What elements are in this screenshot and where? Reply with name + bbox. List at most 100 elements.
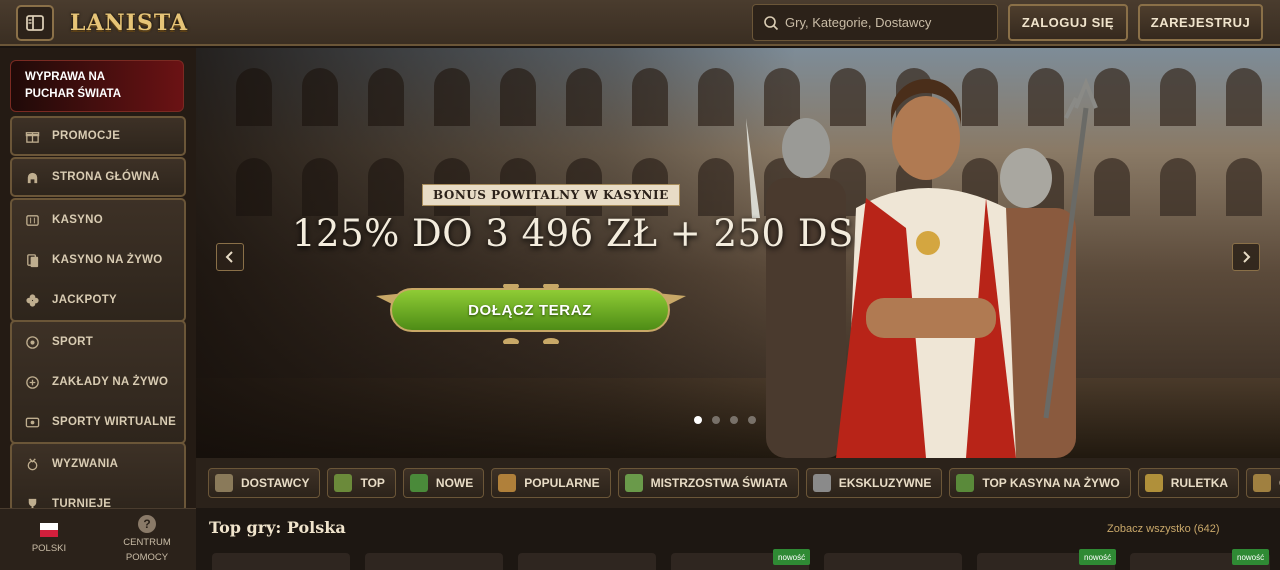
- live-bet-icon: [24, 374, 40, 390]
- chevron-left-icon: [225, 251, 233, 263]
- sidebar: WYPRAWA NA PUCHAR ŚWIATA PROMOCJE STRONA…: [0, 48, 196, 512]
- sidebar-item-challenges[interactable]: WYZWANIA: [12, 444, 184, 484]
- sidebar-item-label: JACKPOTY: [52, 294, 118, 306]
- gift-icon: [24, 128, 40, 144]
- clover-icon: [24, 292, 40, 308]
- search-input[interactable]: [785, 15, 985, 30]
- carousel-dot[interactable]: [712, 416, 720, 424]
- nav-group-sport: SPORT ZAKŁADY NA ŻYWO SPORTY WIRTUALNE: [10, 320, 186, 444]
- sidebar-item-label: KASYNO: [52, 214, 104, 226]
- language-selector[interactable]: POLSKI: [0, 509, 98, 570]
- top-games-title: Top gry: Polska: [209, 518, 346, 537]
- game-tile[interactable]: [365, 553, 503, 570]
- category-chip[interactable]: EKSKLUZYWNE: [805, 468, 943, 498]
- sidebar-item-label: STRONA GŁÓWNA: [52, 171, 160, 183]
- category-chip[interactable]: RULETKA: [1137, 468, 1240, 498]
- promo-card-line2: PUCHAR ŚWIATA: [25, 88, 122, 100]
- ball-icon: [24, 334, 40, 350]
- site-logo[interactable]: LANISTA: [70, 5, 188, 41]
- sidebar-item-sport[interactable]: SPORT: [12, 322, 184, 362]
- category-chip[interactable]: GRY SHOW: [1246, 468, 1280, 498]
- sidebar-item-casino[interactable]: KASYNO: [12, 200, 184, 240]
- sidebar-item-virtual-sports[interactable]: SPORTY WIRTUALNE: [12, 402, 184, 442]
- sidebar-item-live-casino[interactable]: KASYNO NA ŻYWO: [12, 240, 184, 280]
- nav-group-promotions: PROMOCJE: [10, 116, 186, 156]
- category-label: TOP KASYNA NA ŻYWO: [982, 476, 1120, 490]
- nav-group-casino: KASYNO KASYNO NA ŻYWO JACKPOTY: [10, 198, 186, 322]
- virtual-sport-icon: [24, 414, 40, 430]
- login-button[interactable]: ZALOGUJ SIĘ: [1008, 4, 1128, 41]
- carousel-prev-button[interactable]: [216, 243, 244, 271]
- medal-icon: [24, 456, 40, 472]
- sidebar-item-label: WYZWANIA: [52, 458, 119, 470]
- carousel-dot[interactable]: [748, 416, 756, 424]
- help-center-link[interactable]: ? CENTRUM POMOCY: [98, 509, 196, 570]
- help-label-line1: CENTRUM: [123, 537, 171, 548]
- promo-card-world-cup[interactable]: WYPRAWA NA PUCHAR ŚWIATA: [10, 60, 184, 112]
- cards-icon: [24, 252, 40, 268]
- crossed-swords-icon: [812, 474, 831, 492]
- carousel-dot[interactable]: [694, 416, 702, 424]
- torch-icon: [498, 474, 517, 492]
- sidebar-footer: POLSKI ? CENTRUM POMOCY: [0, 508, 196, 570]
- sidebar-item-promotions[interactable]: PROMOCJE: [12, 118, 184, 154]
- poland-flag-icon: [40, 523, 58, 537]
- sidebar-item-label: ZAKŁADY NA ŻYWO: [52, 376, 169, 388]
- top-bar: LANISTA ZALOGUJ SIĘ ZAREJESTRUJ: [0, 0, 1280, 46]
- welcome-bonus-tag: BONUS POWITALNY W KASYNIE: [422, 184, 680, 206]
- category-label: POPULARNE: [524, 476, 600, 490]
- promo-card-line1: WYPRAWA NA: [25, 71, 106, 83]
- carousel-next-button[interactable]: [1232, 243, 1260, 271]
- search-icon: [764, 15, 779, 30]
- carousel-dot[interactable]: [730, 416, 738, 424]
- category-label: RULETKA: [1170, 476, 1229, 490]
- sidebar-item-live-bets[interactable]: ZAKŁADY NA ŻYWO: [12, 362, 184, 402]
- category-chip[interactable]: POPULARNE: [491, 468, 611, 498]
- see-all-link[interactable]: Zobacz wszystko (642): [1107, 523, 1219, 535]
- category-chip[interactable]: NOWE: [402, 468, 485, 498]
- game-tile[interactable]: [518, 553, 656, 570]
- help-icon: ?: [138, 515, 156, 533]
- top-games-section: Top gry: Polska Zobacz wszystko (642) no…: [196, 508, 1280, 570]
- gladiators-illustration: [746, 77, 1098, 458]
- lightning-icon: [409, 474, 428, 492]
- sidebar-item-label: KASYNO NA ŻYWO: [52, 254, 163, 266]
- nav-group-home: STRONA GŁÓWNA: [10, 157, 186, 197]
- game-tile[interactable]: [824, 553, 962, 570]
- wheel-icon: [1253, 474, 1272, 492]
- hero-banner: BONUS POWITALNY W KASYNIE 125% DO 3 496 …: [196, 48, 1280, 458]
- join-now-button[interactable]: DOŁĄCZ TERAZ: [390, 288, 670, 332]
- language-label: POLSKI: [31, 543, 67, 554]
- nav-group-challenges: WYZWANIA TURNIEJE: [10, 442, 186, 512]
- slot-machine-icon: [24, 212, 40, 228]
- gladiator-icon: [334, 474, 353, 492]
- globe-icon: [624, 474, 643, 492]
- category-label: EKSKLUZYWNE: [838, 476, 932, 490]
- sidebar-item-home[interactable]: STRONA GŁÓWNA: [12, 159, 184, 195]
- helmet-icon: [24, 169, 40, 185]
- help-label-line2: POMOCY: [125, 552, 169, 563]
- category-chip[interactable]: TOP KASYNA NA ŻYWO: [949, 468, 1131, 498]
- sidebar-item-jackpots[interactable]: JACKPOTY: [12, 280, 184, 320]
- hero-title: 125% DO 3 496 ZŁ + 250 DS: [292, 212, 854, 255]
- new-badge: nowość: [1079, 549, 1117, 565]
- category-label: MISTRZOSTWA ŚWIATA: [650, 476, 788, 490]
- category-chip[interactable]: DOSTAWCY: [208, 468, 321, 498]
- carousel-dots: [694, 416, 756, 424]
- register-button[interactable]: ZAREJESTRUJ: [1138, 4, 1263, 41]
- category-chip[interactable]: MISTRZOSTWA ŚWIATA: [617, 468, 799, 498]
- category-label: NOWE: [435, 476, 474, 490]
- sidebar-item-label: SPORT: [52, 336, 94, 348]
- sidebar-toggle-icon: [26, 15, 44, 31]
- menu-toggle-button[interactable]: [16, 5, 54, 41]
- category-chip[interactable]: TOP: [327, 468, 396, 498]
- category-bar: DOSTAWCY TOP NOWE POPULARNE MISTRZOSTWA ŚWIA…: [196, 458, 1280, 508]
- sidebar-item-label: SPORTY WIRTUALNE: [52, 416, 177, 428]
- sidebar-item-label: PROMOCJE: [52, 130, 121, 142]
- new-badge: nowość: [1232, 549, 1270, 565]
- chip-icon: [956, 474, 975, 492]
- category-label: DOSTAWCY: [241, 476, 310, 490]
- game-tile[interactable]: [212, 553, 350, 570]
- category-label: TOP: [360, 476, 385, 490]
- search-box[interactable]: [752, 4, 998, 41]
